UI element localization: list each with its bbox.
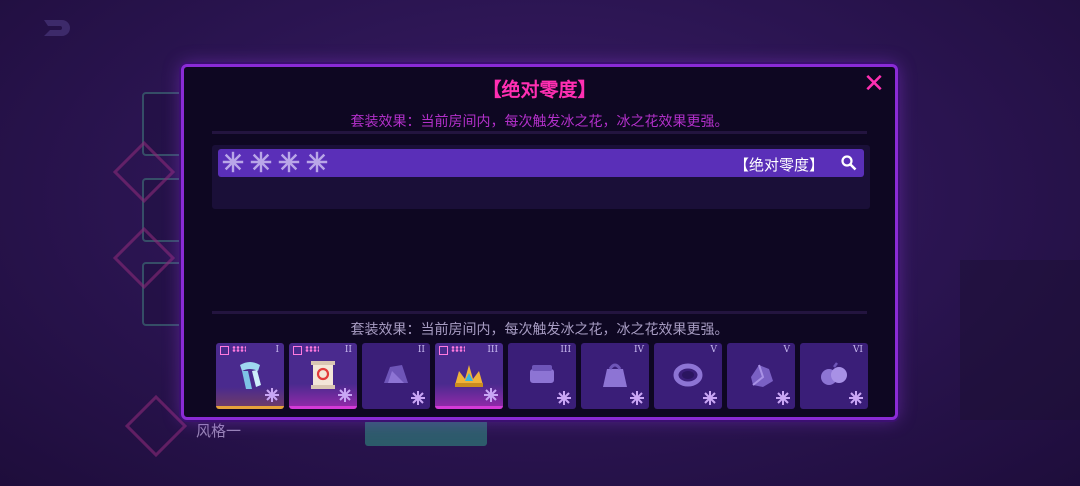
back-arrow-icon[interactable]: [38, 14, 72, 40]
item-slot[interactable]: III: [435, 343, 503, 409]
rarity-dots: [232, 346, 246, 352]
rarity-dots: [305, 346, 319, 352]
flake-row: [222, 151, 328, 175]
snowflake-icon: [222, 151, 244, 173]
item-slot[interactable]: II: [362, 343, 430, 409]
item-tier: III: [487, 345, 498, 355]
snowflake-icon: [306, 151, 328, 173]
box-icon: [530, 365, 554, 383]
fruit-icon: [821, 362, 847, 385]
bag-icon: [603, 363, 627, 387]
item-tier: V: [710, 345, 718, 355]
item-tier: IV: [633, 345, 644, 355]
scarf-icon: [240, 362, 261, 389]
item-slot[interactable]: IV: [581, 343, 649, 409]
style-label[interactable]: 风格一: [196, 420, 241, 441]
item-slot[interactable]: I: [216, 343, 284, 409]
item-tier: II: [344, 345, 352, 355]
snowflake-icon: [703, 391, 717, 405]
search-set-label: 【绝对零度】: [733, 156, 824, 174]
item-slot[interactable]: V: [654, 343, 722, 409]
snowflake-icon: [278, 151, 300, 173]
book-icon: [220, 346, 229, 355]
scroll-icon: [311, 361, 335, 389]
item-slot[interactable]: III: [508, 343, 576, 409]
item-tier: VI: [852, 345, 863, 355]
book-icon: [439, 346, 448, 355]
item-slot[interactable]: II: [289, 343, 357, 409]
bg-button: [365, 420, 487, 446]
snowflake-icon: [338, 388, 352, 402]
search-bar[interactable]: 【绝对零度】: [218, 149, 864, 177]
item-slot[interactable]: V: [727, 343, 795, 409]
close-button[interactable]: ✕: [863, 71, 885, 97]
snowflake-icon: [776, 391, 790, 405]
bg-panel: [960, 260, 1080, 420]
crown-icon: [455, 365, 483, 387]
ring-icon: [673, 363, 703, 387]
set-effect-description-bottom: 套装效果：当前房间内，每次触发冰之花，冰之花效果更强。: [350, 322, 729, 338]
divider: [212, 311, 867, 314]
gem-icon: [751, 364, 773, 387]
set-detail-modal: 【绝对零度】 ✕ 套装效果：当前房间内，每次触发冰之花，冰之花效果更强。 【绝对…: [181, 64, 898, 420]
item-tier: III: [560, 345, 571, 355]
search-icon[interactable]: [840, 154, 858, 172]
snowflake-icon: [250, 151, 272, 173]
set-effect-description: 套装效果：当前房间内，每次触发冰之花，冰之花效果更强。: [350, 114, 729, 130]
snowflake-icon: [411, 391, 425, 405]
hat-icon: [384, 365, 408, 383]
snowflake-icon: [265, 388, 279, 402]
snowflake-icon: [484, 388, 498, 402]
search-panel: 【绝对零度】: [212, 145, 870, 209]
rarity-dots: [451, 346, 465, 352]
item-tier: II: [417, 345, 425, 355]
modal-title: 【绝对零度】: [482, 79, 597, 101]
snowflake-icon: [557, 391, 571, 405]
item-tier: V: [783, 345, 791, 355]
book-icon: [293, 346, 302, 355]
item-slot-row: I II II III III IV V V VI: [216, 343, 870, 409]
divider: [212, 131, 867, 134]
item-tier: I: [275, 345, 279, 355]
snowflake-icon: [630, 391, 644, 405]
snowflake-icon: [849, 391, 863, 405]
item-slot[interactable]: VI: [800, 343, 868, 409]
